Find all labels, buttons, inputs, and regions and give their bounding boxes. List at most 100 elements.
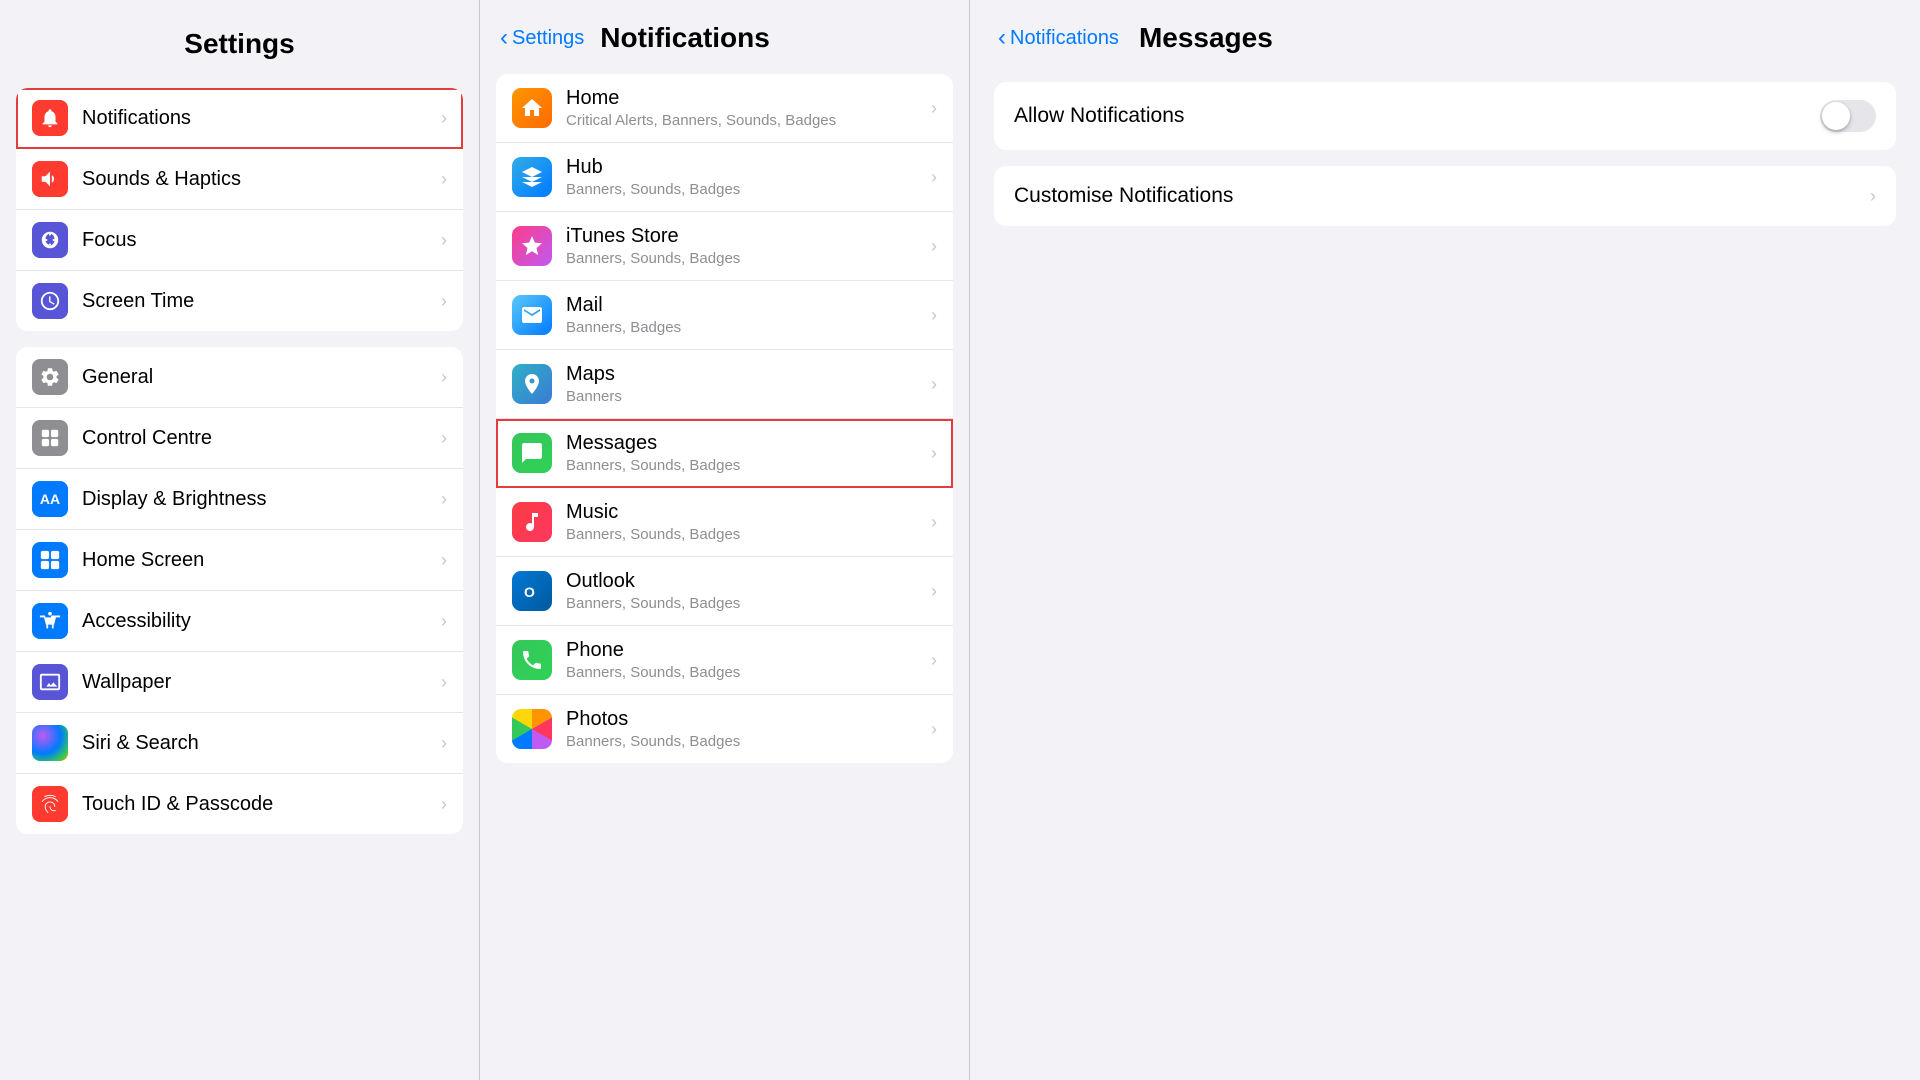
- back-to-settings[interactable]: ‹ Settings: [500, 24, 584, 52]
- chevron-icon: ›: [931, 167, 937, 188]
- notif-item-phone[interactable]: Phone Banners, Sounds, Badges ›: [496, 626, 953, 695]
- chevron-icon: ›: [441, 230, 447, 251]
- chevron-icon: ›: [931, 98, 937, 119]
- music-app-sub: Banners, Sounds, Badges: [566, 526, 931, 543]
- maps-app-text: Maps Banners: [566, 363, 931, 405]
- phone-app-icon: [512, 640, 552, 680]
- settings-item-general[interactable]: General ›: [16, 347, 463, 408]
- settings-item-siri-label: Siri & Search: [82, 732, 441, 755]
- chevron-icon: ›: [441, 672, 447, 693]
- phone-app-sub: Banners, Sounds, Badges: [566, 664, 931, 681]
- chevron-icon: ›: [441, 733, 447, 754]
- notifications-title: Notifications: [600, 22, 770, 54]
- settings-item-accessibility[interactable]: Accessibility ›: [16, 591, 463, 652]
- settings-item-display-label: Display & Brightness: [82, 488, 441, 511]
- settings-item-control-label: Control Centre: [82, 427, 441, 450]
- sounds-icon: [32, 161, 68, 197]
- chevron-icon: ›: [441, 291, 447, 312]
- chevron-left-icon: ‹: [998, 24, 1006, 52]
- siri-icon: [32, 725, 68, 761]
- settings-item-focus[interactable]: Focus ›: [16, 210, 463, 271]
- notif-item-music[interactable]: Music Banners, Sounds, Badges ›: [496, 488, 953, 557]
- music-app-icon: [512, 502, 552, 542]
- mail-app-icon: [512, 295, 552, 335]
- detail-back-label: Notifications: [1010, 27, 1119, 50]
- notif-item-photos[interactable]: Photos Banners, Sounds, Badges ›: [496, 695, 953, 763]
- chevron-icon: ›: [931, 650, 937, 671]
- allow-notifications-card: Allow Notifications: [994, 82, 1896, 150]
- settings-item-general-label: General: [82, 366, 441, 389]
- detail-title: Messages: [1139, 22, 1273, 54]
- settings-item-wallpaper-label: Wallpaper: [82, 671, 441, 694]
- chevron-icon: ›: [441, 611, 447, 632]
- mail-app-sub: Banners, Badges: [566, 319, 931, 336]
- settings-item-wallpaper[interactable]: Wallpaper ›: [16, 652, 463, 713]
- home-app-name: Home: [566, 87, 931, 110]
- settings-item-touchid-label: Touch ID & Passcode: [82, 793, 441, 816]
- chevron-icon: ›: [931, 581, 937, 602]
- itunes-app-name: iTunes Store: [566, 225, 931, 248]
- settings-item-sounds-label: Sounds & Haptics: [82, 168, 441, 191]
- hub-app-text: Hub Banners, Sounds, Badges: [566, 156, 931, 198]
- chevron-icon: ›: [441, 428, 447, 449]
- music-app-text: Music Banners, Sounds, Badges: [566, 501, 931, 543]
- phone-app-name: Phone: [566, 639, 931, 662]
- settings-item-control[interactable]: Control Centre ›: [16, 408, 463, 469]
- chevron-icon: ›: [931, 443, 937, 464]
- photos-app-name: Photos: [566, 708, 931, 731]
- settings-item-homescreen[interactable]: Home Screen ›: [16, 530, 463, 591]
- home-app-text: Home Critical Alerts, Banners, Sounds, B…: [566, 87, 931, 129]
- settings-item-accessibility-label: Accessibility: [82, 610, 441, 633]
- notif-item-messages[interactable]: Messages Banners, Sounds, Badges ›: [496, 419, 953, 488]
- notif-item-itunes[interactable]: iTunes Store Banners, Sounds, Badges ›: [496, 212, 953, 281]
- settings-item-notifications[interactable]: Notifications ›: [16, 88, 463, 149]
- customise-notifications-card: Customise Notifications ›: [994, 166, 1896, 226]
- touchid-icon: [32, 786, 68, 822]
- chevron-left-icon: ‹: [500, 24, 508, 52]
- maps-app-icon: [512, 364, 552, 404]
- chevron-icon: ›: [931, 305, 937, 326]
- notif-item-outlook[interactable]: O Outlook Banners, Sounds, Badges ›: [496, 557, 953, 626]
- customise-chevron-icon: ›: [1870, 186, 1876, 207]
- back-label: Settings: [512, 27, 584, 50]
- hub-app-name: Hub: [566, 156, 931, 179]
- notif-item-hub[interactable]: Hub Banners, Sounds, Badges ›: [496, 143, 953, 212]
- home-app-sub: Critical Alerts, Banners, Sounds, Badges: [566, 112, 931, 129]
- notifications-app-group: Home Critical Alerts, Banners, Sounds, B…: [496, 74, 953, 763]
- homescreen-icon: [32, 542, 68, 578]
- settings-item-touchid[interactable]: Touch ID & Passcode ›: [16, 774, 463, 834]
- display-icon: AA: [32, 481, 68, 517]
- allow-notifications-label: Allow Notifications: [1014, 104, 1820, 128]
- settings-group-2: General › Control Centre › AA Display & …: [16, 347, 463, 834]
- customise-notifications-row[interactable]: Customise Notifications ›: [994, 166, 1896, 226]
- notifications-header: ‹ Settings Notifications: [480, 0, 969, 70]
- notif-item-mail[interactable]: Mail Banners, Badges ›: [496, 281, 953, 350]
- mail-app-name: Mail: [566, 294, 931, 317]
- chevron-icon: ›: [931, 512, 937, 533]
- outlook-app-name: Outlook: [566, 570, 931, 593]
- chevron-icon: ›: [441, 794, 447, 815]
- notif-item-maps[interactable]: Maps Banners ›: [496, 350, 953, 419]
- settings-item-notifications-label: Notifications: [82, 107, 441, 130]
- settings-item-sounds[interactable]: Sounds & Haptics ›: [16, 149, 463, 210]
- focus-icon: [32, 222, 68, 258]
- back-to-notifications[interactable]: ‹ Notifications: [998, 24, 1119, 52]
- messages-app-sub: Banners, Sounds, Badges: [566, 457, 931, 474]
- settings-item-siri[interactable]: Siri & Search ›: [16, 713, 463, 774]
- allow-notifications-toggle[interactable]: [1820, 100, 1876, 132]
- notif-item-home[interactable]: Home Critical Alerts, Banners, Sounds, B…: [496, 74, 953, 143]
- settings-item-homescreen-label: Home Screen: [82, 549, 441, 572]
- music-app-name: Music: [566, 501, 931, 524]
- detail-panel: ‹ Notifications Messages Allow Notificat…: [970, 0, 1920, 1080]
- control-icon: [32, 420, 68, 456]
- outlook-app-icon: O: [512, 571, 552, 611]
- accessibility-icon: [32, 603, 68, 639]
- settings-item-display[interactable]: AA Display & Brightness ›: [16, 469, 463, 530]
- notifications-panel: ‹ Settings Notifications Home Critical A…: [480, 0, 970, 1080]
- messages-app-icon: [512, 433, 552, 473]
- settings-item-screentime[interactable]: Screen Time ›: [16, 271, 463, 331]
- notifications-list: Home Critical Alerts, Banners, Sounds, B…: [480, 70, 969, 1080]
- photos-app-icon: [512, 709, 552, 749]
- itunes-app-icon: [512, 226, 552, 266]
- settings-group-1: Notifications › Sounds & Haptics › Focus…: [16, 88, 463, 331]
